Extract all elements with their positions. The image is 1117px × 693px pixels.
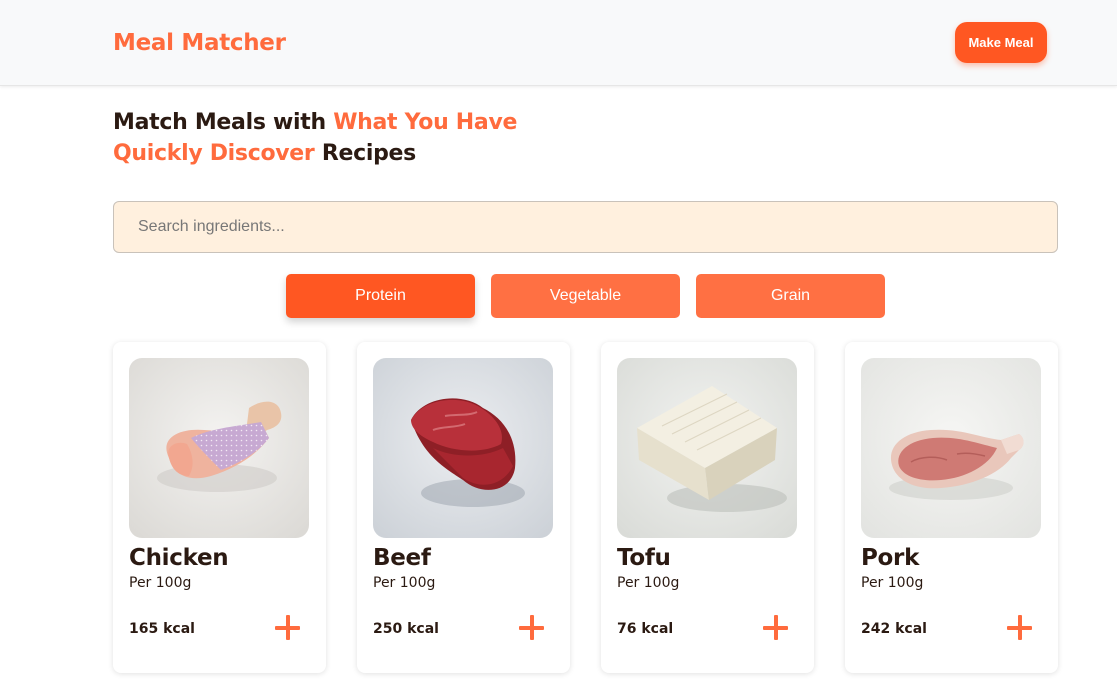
ingredient-name: Chicken [129,545,229,571]
ingredient-serving: Per 100g [129,575,192,591]
filter-grain-button[interactable]: Grain [696,274,885,318]
ingredient-serving: Per 100g [861,575,924,591]
brand-logo[interactable]: Meal Matcher [113,30,286,56]
plus-icon[interactable] [275,614,303,642]
ingredient-serving: Per 100g [617,575,680,591]
plus-icon[interactable] [763,614,791,642]
headline-part-2: Recipes [314,141,416,166]
ingredient-name: Tofu [617,545,671,571]
tofu-image [617,358,797,538]
beef-image [373,358,553,538]
ingredient-card-pork: Pork Per 100g 242 kcal [845,342,1058,673]
top-navbar: Meal Matcher Make Meal [0,0,1117,86]
page-headline: Match Meals with What You Have Quickly D… [113,107,517,169]
ingredient-card-chicken: Chicken Per 100g 165 kcal [113,342,326,673]
plus-icon[interactable] [1007,614,1035,642]
ingredient-calories: 76 kcal [617,621,674,637]
ingredient-calories: 165 kcal [129,621,195,637]
ingredient-serving: Per 100g [373,575,436,591]
filter-protein-button[interactable]: Protein [286,274,475,318]
ingredient-card-tofu: Tofu Per 100g 76 kcal [601,342,814,673]
ingredient-calories: 250 kcal [373,621,439,637]
make-meal-button[interactable]: Make Meal [955,22,1047,63]
filter-vegetable-button[interactable]: Vegetable [491,274,680,318]
pork-image [861,358,1041,538]
headline-accent-1: What You Have [333,110,518,135]
headline-accent-2: Quickly Discover [113,141,315,166]
ingredient-name: Beef [373,545,431,571]
chicken-image [129,358,309,538]
ingredient-card-beef: Beef Per 100g 250 kcal [357,342,570,673]
ingredient-name: Pork [861,545,920,571]
ingredient-calories: 242 kcal [861,621,927,637]
plus-icon[interactable] [519,614,547,642]
headline-part-1: Match Meals with [113,110,334,135]
ingredient-search-input[interactable] [113,201,1058,253]
